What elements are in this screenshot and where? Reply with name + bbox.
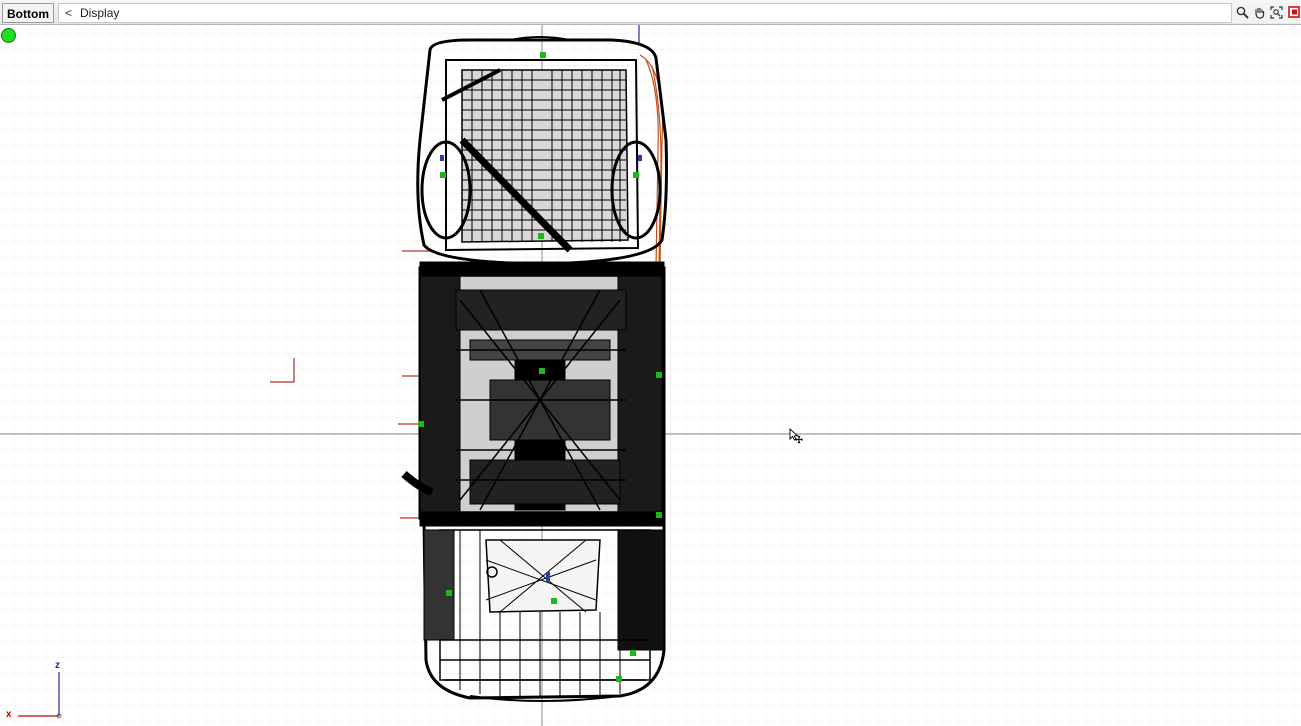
cabin-section (401, 261, 666, 520)
pan-hand-icon[interactable] (1252, 3, 1267, 21)
x-axis-label: x (6, 709, 12, 720)
move-cursor-icon (789, 427, 805, 449)
navigation-tools (1231, 3, 1301, 23)
viewport-canvas[interactable] (0, 25, 1301, 726)
z-axis-label: z (55, 660, 60, 671)
display-menu[interactable]: < Display (58, 3, 1234, 23)
viewport-window[interactable]: Bottom < Display z x (0, 0, 1301, 726)
display-menu-label: Display (80, 6, 120, 20)
zoom-extents-icon[interactable] (1269, 3, 1284, 21)
zoom-icon[interactable] (1235, 3, 1250, 21)
viewport-toolbar: Bottom < Display (0, 0, 1301, 25)
view-name-tab[interactable]: Bottom (2, 3, 54, 23)
maximize-viewport-icon[interactable] (1286, 3, 1301, 21)
green-status-dot[interactable] (1, 28, 16, 43)
collapse-chevron-icon[interactable]: < (65, 6, 72, 20)
